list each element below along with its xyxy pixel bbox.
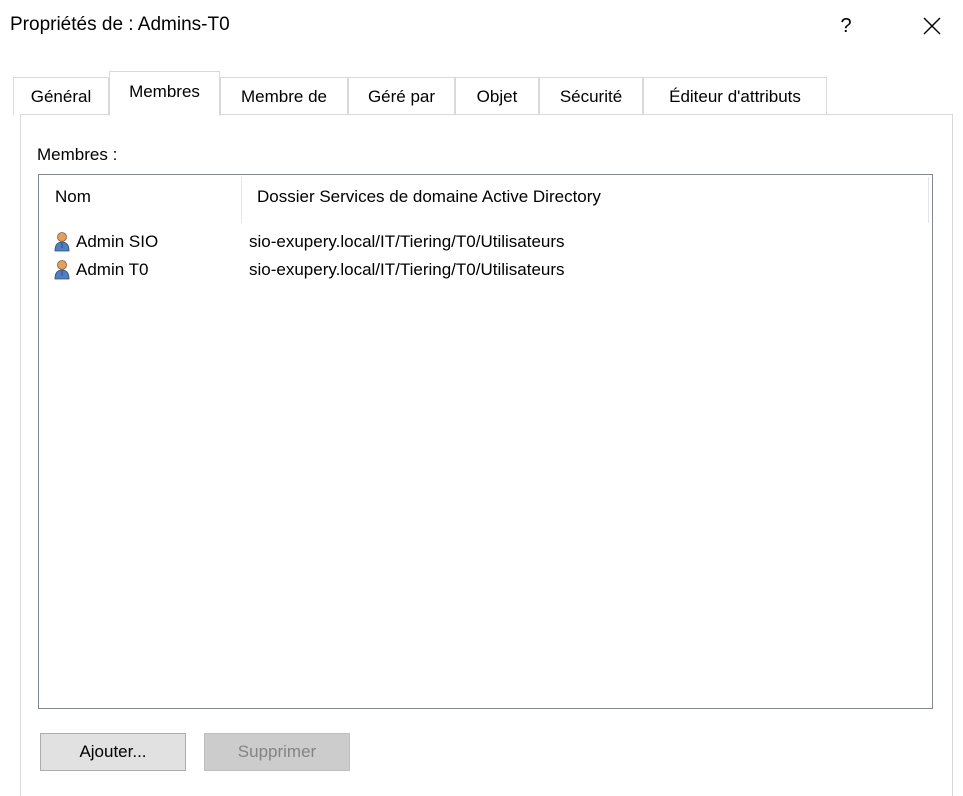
help-button[interactable]: ? <box>826 8 866 44</box>
close-icon <box>923 17 941 35</box>
tab-gere-par[interactable]: Géré par <box>348 77 455 115</box>
column-separator[interactable] <box>928 177 929 223</box>
user-icon <box>54 260 70 280</box>
properties-dialog: Propriétés de : Admins-T0 ? Général Memb… <box>0 0 963 796</box>
members-list[interactable]: Nom Dossier Services de domaine Active D… <box>38 174 933 709</box>
title-bar: Propriétés de : Admins-T0 ? <box>0 0 963 54</box>
add-button[interactable]: Ajouter... <box>40 733 186 771</box>
tab-membres[interactable]: Membres <box>109 71 220 116</box>
member-name: Admin SIO <box>76 232 159 251</box>
member-name: Admin T0 <box>76 260 149 279</box>
column-header-dossier[interactable]: Dossier Services de domaine Active Direc… <box>257 187 601 207</box>
member-folder: sio-exupery.local/IT/Tiering/T0/Utilisat… <box>249 232 565 251</box>
dialog-title: Propriétés de : Admins-T0 <box>10 14 230 35</box>
tab-securite[interactable]: Sécurité <box>539 77 643 115</box>
tab-membre-de[interactable]: Membre de <box>220 77 348 115</box>
list-item[interactable]: Admin T0 sio-exupery.local/IT/Tiering/T0… <box>39 259 932 283</box>
column-separator[interactable] <box>241 177 242 223</box>
tab-objet[interactable]: Objet <box>455 77 539 115</box>
members-label: Membres : <box>37 145 118 164</box>
member-folder: sio-exupery.local/IT/Tiering/T0/Utilisat… <box>249 260 565 279</box>
list-item[interactable]: Admin SIO sio-exupery.local/IT/Tiering/T… <box>39 231 932 255</box>
tab-strip: Général Membres Membre de Géré par Objet… <box>13 71 953 116</box>
list-header: Nom Dossier Services de domaine Active D… <box>39 175 932 225</box>
user-icon <box>54 232 70 252</box>
column-header-nom[interactable]: Nom <box>55 187 91 207</box>
close-button[interactable] <box>912 8 952 44</box>
tab-editeur-attributs[interactable]: Éditeur d'attributs <box>643 77 827 115</box>
remove-button[interactable]: Supprimer <box>204 733 350 771</box>
tab-general[interactable]: Général <box>13 77 109 115</box>
